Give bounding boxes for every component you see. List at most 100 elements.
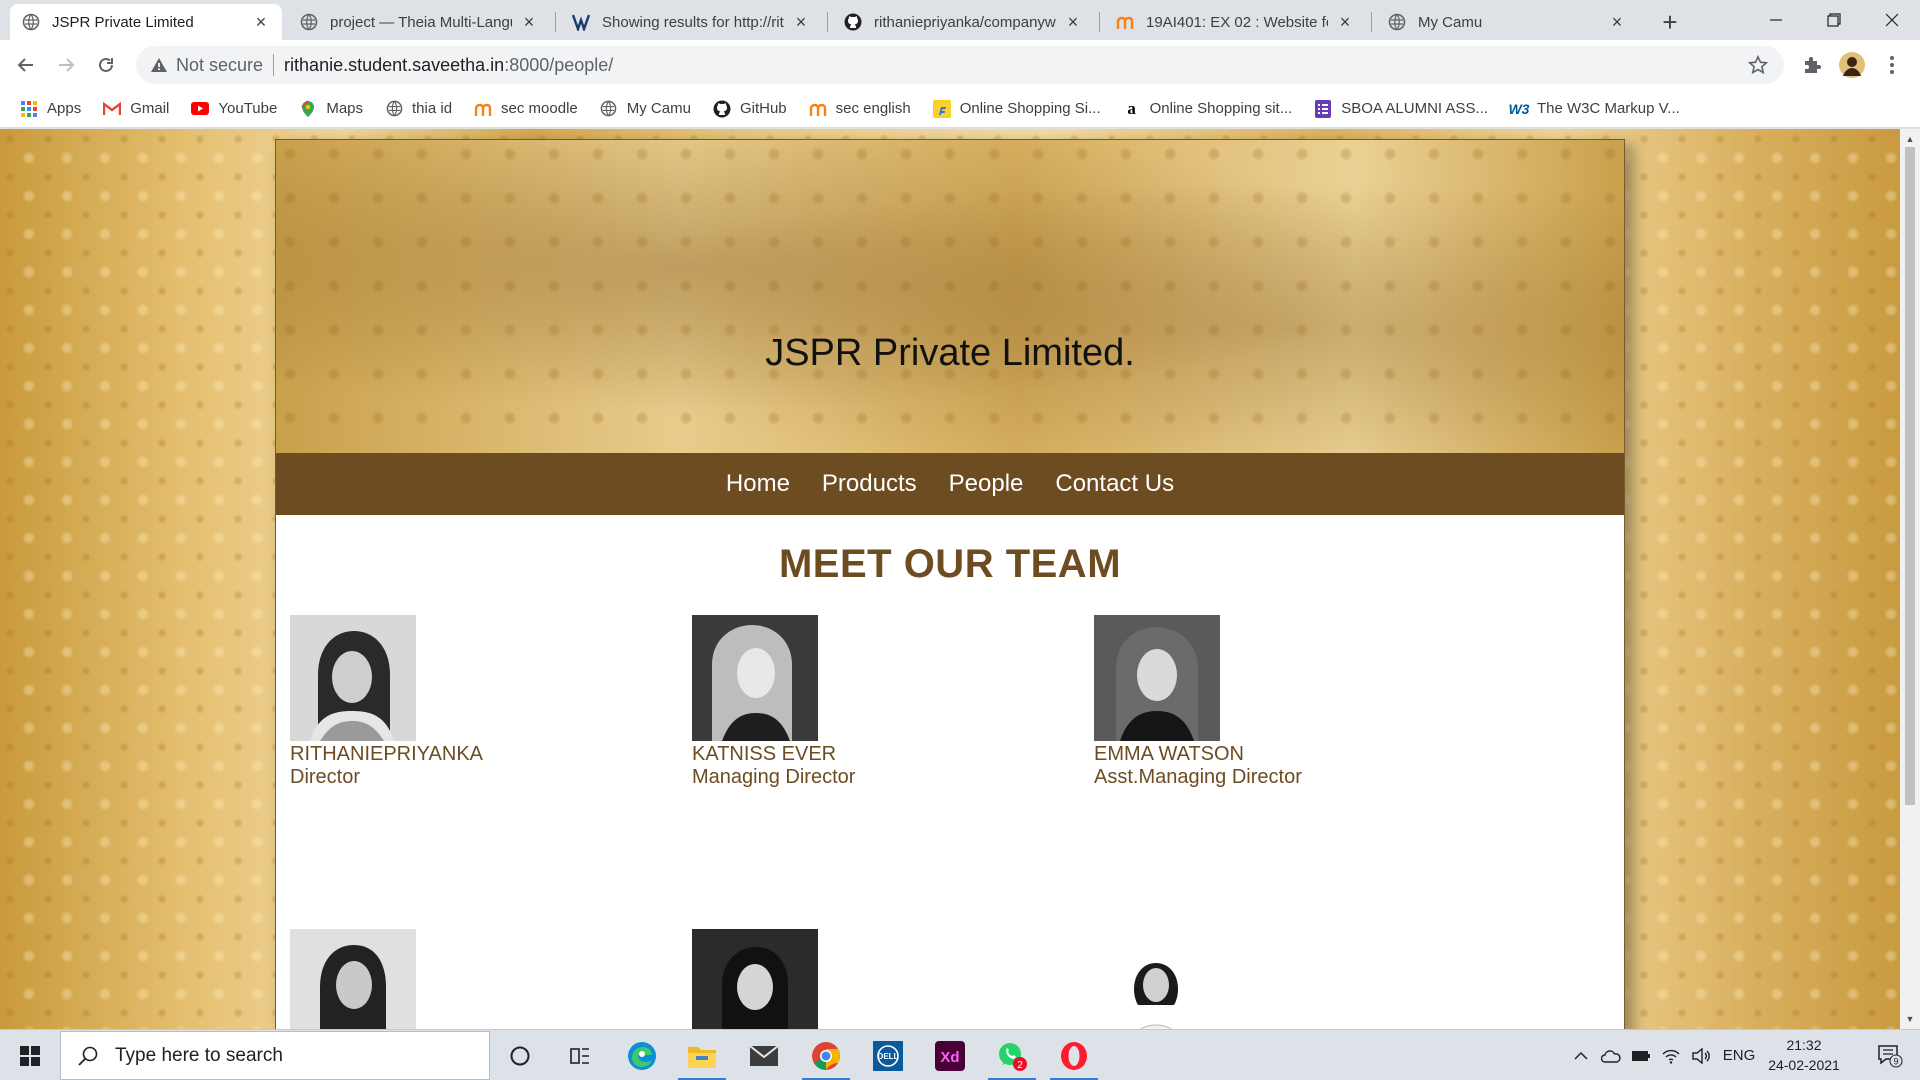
- opera-icon[interactable]: [1044, 1030, 1104, 1080]
- wifi-icon[interactable]: [1658, 1030, 1684, 1080]
- member-photo: [692, 615, 818, 741]
- whatsapp-icon[interactable]: 2: [982, 1030, 1042, 1080]
- main-nav: Home Products People Contact Us: [276, 453, 1624, 515]
- url-host: rithanie.student.saveetha.in: [284, 54, 505, 75]
- tab-title: rithaniepriyanka/companywe: [874, 13, 1056, 31]
- member-photo: [692, 929, 818, 1029]
- search-icon: [78, 1046, 98, 1066]
- bookmark-thia-id[interactable]: thia id: [385, 100, 452, 118]
- team-member: EMMA WATSON Asst.Managing Director: [1094, 615, 1424, 789]
- nav-home[interactable]: Home: [726, 470, 790, 498]
- taskbar-search[interactable]: Type here to search: [60, 1031, 490, 1080]
- globe-icon: [600, 100, 618, 118]
- menu-icon[interactable]: [1876, 49, 1908, 81]
- nav-people[interactable]: People: [949, 470, 1024, 498]
- close-icon[interactable]: ×: [520, 12, 538, 32]
- close-icon[interactable]: ×: [1608, 12, 1626, 32]
- chrome-icon[interactable]: [796, 1030, 856, 1080]
- bookmark-w3c[interactable]: W3 The W3C Markup V...: [1508, 100, 1679, 118]
- avatar[interactable]: [1836, 49, 1868, 81]
- clock-time: 21:32: [1786, 1037, 1822, 1053]
- minimize-button[interactable]: [1748, 0, 1804, 40]
- extensions-icon[interactable]: [1796, 49, 1828, 81]
- new-tab-button[interactable]: +: [1656, 7, 1684, 37]
- bookmark-github[interactable]: GitHub: [713, 100, 787, 118]
- site-title: JSPR Private Limited.: [765, 332, 1135, 374]
- bookmark-flipkart[interactable]: Online Shopping Si...: [932, 99, 1101, 118]
- moodle-icon: [474, 100, 492, 118]
- language-indicator[interactable]: ENG: [1718, 1030, 1760, 1080]
- cortana-icon[interactable]: [490, 1030, 550, 1080]
- page-viewport: JSPR Private Limited. Home Products Peop…: [0, 129, 1900, 1029]
- member-photo: [1094, 615, 1220, 741]
- bookmark-my-camu[interactable]: My Camu: [600, 100, 691, 118]
- system-clock[interactable]: 21:32 24-02-2021: [1764, 1035, 1844, 1075]
- globe-icon: [1388, 13, 1406, 31]
- bookmark-sec-english[interactable]: sec english: [809, 100, 911, 118]
- onedrive-icon[interactable]: [1598, 1030, 1624, 1080]
- gmail-icon: [103, 100, 122, 118]
- show-hidden-icons[interactable]: [1568, 1030, 1594, 1080]
- notification-center[interactable]: 9: [1864, 1030, 1916, 1080]
- bookmark-maps[interactable]: Maps: [299, 99, 363, 118]
- url-path: :8000/people/: [504, 54, 614, 75]
- member-photo: [1094, 929, 1220, 1029]
- tab-moodle[interactable]: 19AI401: EX 02 : Website for ×: [1104, 4, 1366, 40]
- forward-button[interactable]: [50, 49, 82, 81]
- tab-title: project — Theia Multi-Langu: [330, 13, 512, 31]
- bookmark-sboa[interactable]: SBOA ALUMNI ASS...: [1314, 99, 1488, 118]
- member-name: RITHANIEPRIYANKA: [290, 743, 483, 765]
- page-scrollbar[interactable]: ▲ ▼: [1900, 129, 1920, 1029]
- bookmark-apps[interactable]: Apps: [20, 100, 81, 118]
- reload-button[interactable]: [90, 49, 122, 81]
- battery-icon[interactable]: [1628, 1030, 1654, 1080]
- validator-icon: [572, 13, 590, 31]
- notification-count: 9: [1893, 1056, 1898, 1066]
- clock-date: 24-02-2021: [1768, 1057, 1840, 1073]
- close-icon[interactable]: ×: [792, 12, 810, 32]
- address-bar[interactable]: Not secure rithanie.student.saveetha.in:…: [136, 46, 1784, 84]
- svg-text:Xd: Xd: [940, 1049, 959, 1066]
- tab-jspr[interactable]: JSPR Private Limited ×: [10, 4, 282, 40]
- scroll-up-icon[interactable]: ▲: [1900, 131, 1920, 147]
- restore-button[interactable]: [1806, 0, 1862, 40]
- maps-icon: [299, 99, 317, 118]
- scrollbar-thumb[interactable]: [1905, 147, 1915, 805]
- nav-products[interactable]: Products: [822, 470, 917, 498]
- windows-start-button[interactable]: [0, 1030, 60, 1080]
- close-window-button[interactable]: [1864, 0, 1920, 40]
- windows-taskbar: Type here to search DELL Xd 2 ENG 21:32 …: [0, 1029, 1920, 1080]
- member-name: KATNISS EVER: [692, 743, 837, 765]
- team-member: RITHANIEPRIYANKA Director: [290, 615, 620, 789]
- windows-logo-icon: [20, 1045, 40, 1066]
- moodle-icon: [1116, 13, 1134, 31]
- bookmark-gmail[interactable]: Gmail: [103, 100, 169, 118]
- scroll-down-icon[interactable]: ▼: [1900, 1011, 1920, 1027]
- tab-theia[interactable]: project — Theia Multi-Langu ×: [288, 4, 550, 40]
- bookmark-youtube[interactable]: YouTube: [191, 100, 277, 118]
- member-role: Asst.Managing Director: [1094, 766, 1302, 788]
- nav-contact-us[interactable]: Contact Us: [1055, 470, 1174, 498]
- adobe-xd-icon[interactable]: Xd: [920, 1030, 980, 1080]
- section-heading: MEET OUR TEAM: [778, 542, 1122, 586]
- task-view-icon[interactable]: [550, 1030, 610, 1080]
- close-icon[interactable]: ×: [1064, 12, 1082, 32]
- volume-icon[interactable]: [1688, 1030, 1714, 1080]
- site-container: JSPR Private Limited. Home Products Peop…: [275, 139, 1625, 1029]
- mail-icon[interactable]: [734, 1030, 794, 1080]
- back-button[interactable]: [10, 49, 42, 81]
- file-explorer-icon[interactable]: [672, 1030, 732, 1080]
- close-icon[interactable]: ×: [252, 12, 270, 32]
- tab-github[interactable]: rithaniepriyanka/companywe ×: [832, 4, 1094, 40]
- security-label[interactable]: Not secure: [176, 55, 263, 76]
- tab-validator[interactable]: Showing results for http://rit ×: [560, 4, 822, 40]
- tab-mycamu[interactable]: My Camu ×: [1376, 4, 1638, 40]
- member-photo: [290, 615, 416, 741]
- apps-grid-icon: [20, 100, 38, 118]
- star-icon[interactable]: [1748, 55, 1768, 75]
- edge-icon[interactable]: [612, 1030, 672, 1080]
- bookmark-amazon[interactable]: a Online Shopping sit...: [1123, 99, 1292, 118]
- bookmark-sec-moodle[interactable]: sec moodle: [474, 100, 578, 118]
- dell-icon[interactable]: DELL: [858, 1030, 918, 1080]
- close-icon[interactable]: ×: [1336, 12, 1354, 32]
